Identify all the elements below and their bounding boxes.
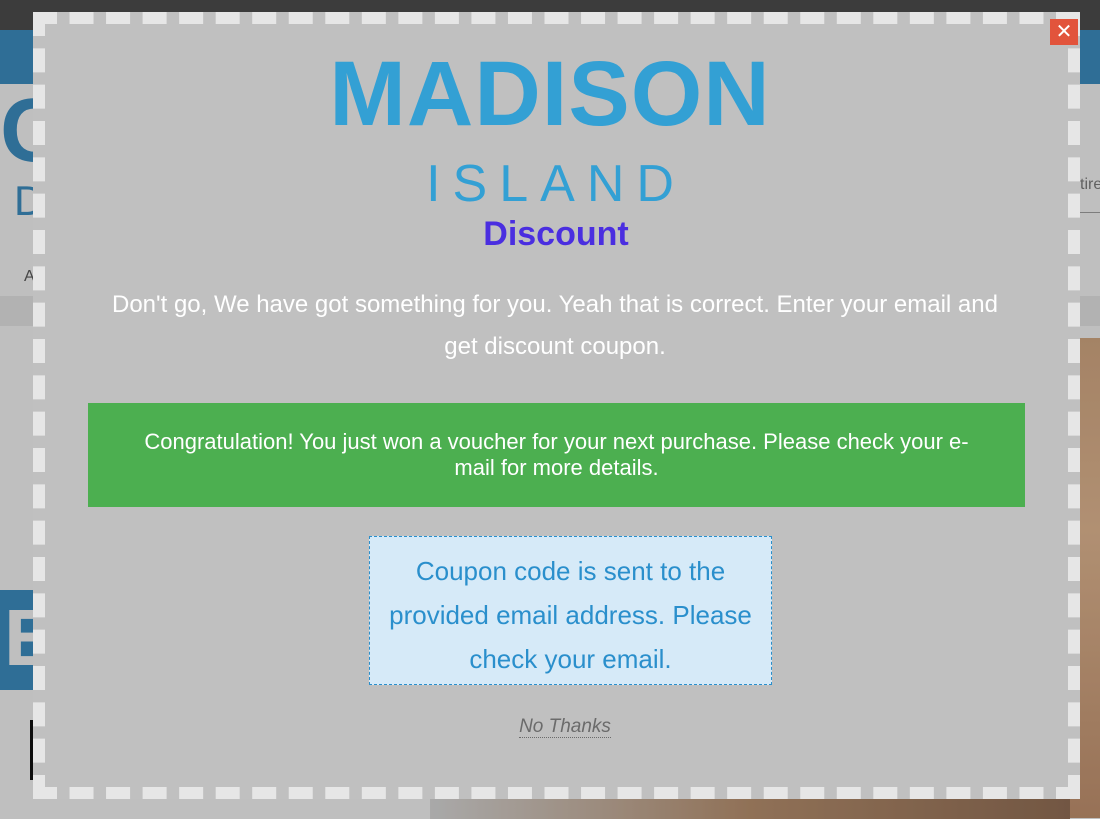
- coupon-notice: Coupon code is sent to the provided emai…: [369, 536, 772, 685]
- promo-message: Don't go, We have got something for you.…: [112, 291, 998, 360]
- brand-logo-sub: ISLAND: [426, 155, 686, 213]
- popup-title: Discount: [483, 215, 629, 253]
- brand-logo: MADISON: [329, 43, 771, 145]
- page: C D A tire E ✕ MADISON ISLAND Discount D…: [0, 0, 1100, 819]
- close-icon: ✕: [1055, 21, 1073, 43]
- success-alert: Congratulation! You just won a voucher f…: [88, 403, 1025, 507]
- no-thanks-row: No Thanks: [0, 716, 1100, 738]
- close-button[interactable]: ✕: [1050, 19, 1078, 45]
- no-thanks-link[interactable]: No Thanks: [519, 716, 611, 738]
